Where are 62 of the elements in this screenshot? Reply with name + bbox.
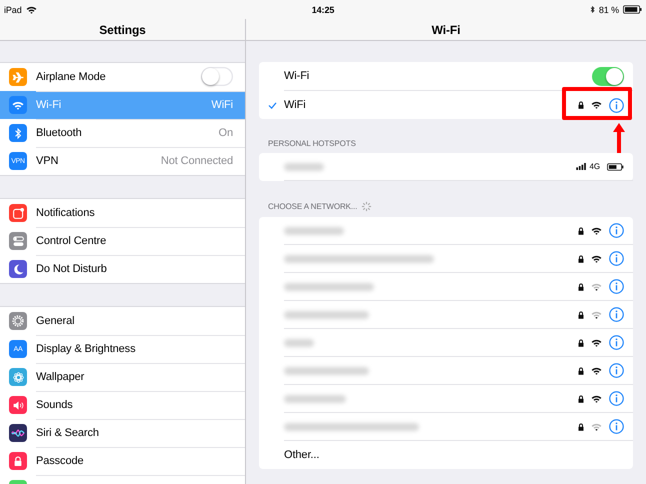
sidebar-label: Passcode [36,454,84,466]
sidebar-item[interactable]: General [0,307,245,335]
toggle-switch[interactable] [201,67,233,86]
section-header: CHOOSE A NETWORK... [268,202,358,211]
sidebar-label: Do Not Disturb [36,263,107,275]
sidebar-item[interactable]: Bluetooth On [0,119,245,147]
info-icon[interactable] [609,307,624,322]
sidebar-item[interactable]: Siri & Search [0,419,245,447]
sidebar-item[interactable]: Passcode [0,447,245,475]
info-icon[interactable] [609,335,624,350]
info-icon[interactable] [609,279,624,294]
sidebar-label: Notifications [36,206,95,218]
sidebar-label: Wi-Fi [36,98,62,110]
hotspot-row[interactable]: 4G [284,153,633,181]
highlight-box [562,87,632,120]
sidebar-label: Airplane Mode [36,70,106,82]
nav-bar-title: Settings [0,19,245,41]
network-type: 4G [590,162,600,171]
sidebar-label: Siri & Search [36,426,99,438]
battery-icon [623,5,642,14]
checkmark-icon [268,102,277,108]
sidebar-item[interactable]: Notifications [0,199,245,227]
cellular-signal-icon [576,163,587,170]
setting-value: WiFi [211,98,233,110]
setting-value: Not Connected [160,155,233,167]
setting-value: On [218,126,233,138]
toggle-switch[interactable] [592,66,624,86]
info-icon[interactable] [609,251,624,266]
connected-network-row[interactable]: WiFi [284,90,633,119]
status-wifi-icon [26,6,37,14]
clock: 14:25 [312,4,334,14]
sidebar-label: Bluetooth [36,126,82,138]
battery-percentage: 81 % [598,4,619,14]
device-name: iPad [4,4,22,14]
sidebar-label: Wallpaper [36,370,84,382]
network-name: WiFi [284,99,306,111]
other-network-item[interactable]: Other... [259,441,633,469]
sidebar-label: General [36,314,74,326]
sidebar-label: Display & Brightness [36,342,136,354]
sidebar-label: Sounds [36,398,73,410]
sidebar-label: Control Centre [36,234,106,246]
info-icon[interactable] [609,391,624,406]
info-icon[interactable] [609,223,624,238]
battery-icon [607,162,624,170]
sidebar-item[interactable]: Wallpaper [0,363,245,391]
bluetooth-icon [590,5,595,14]
sidebar-item[interactable]: Do Not Disturb [0,255,245,283]
blurred-hotspot-name [284,162,324,170]
sidebar-label: VPN [36,155,58,167]
info-icon[interactable] [609,98,624,112]
blurred-network-name [284,226,344,234]
up-arrow [613,123,625,153]
wifi-toggle-label: Wi-Fi [284,70,310,82]
info-icon[interactable] [609,363,624,378]
section-header: PERSONAL HOTSPOTS [268,139,356,148]
sidebar-item[interactable]: Sounds [0,391,245,419]
loading-spinner-icon [361,201,372,212]
sidebar-item[interactable]: Control Centre [0,227,245,255]
info-icon[interactable] [609,419,624,434]
blurred-network-name [284,338,314,346]
nav-bar-title: Wi-Fi [246,19,646,41]
blurred-network-name [284,394,346,402]
